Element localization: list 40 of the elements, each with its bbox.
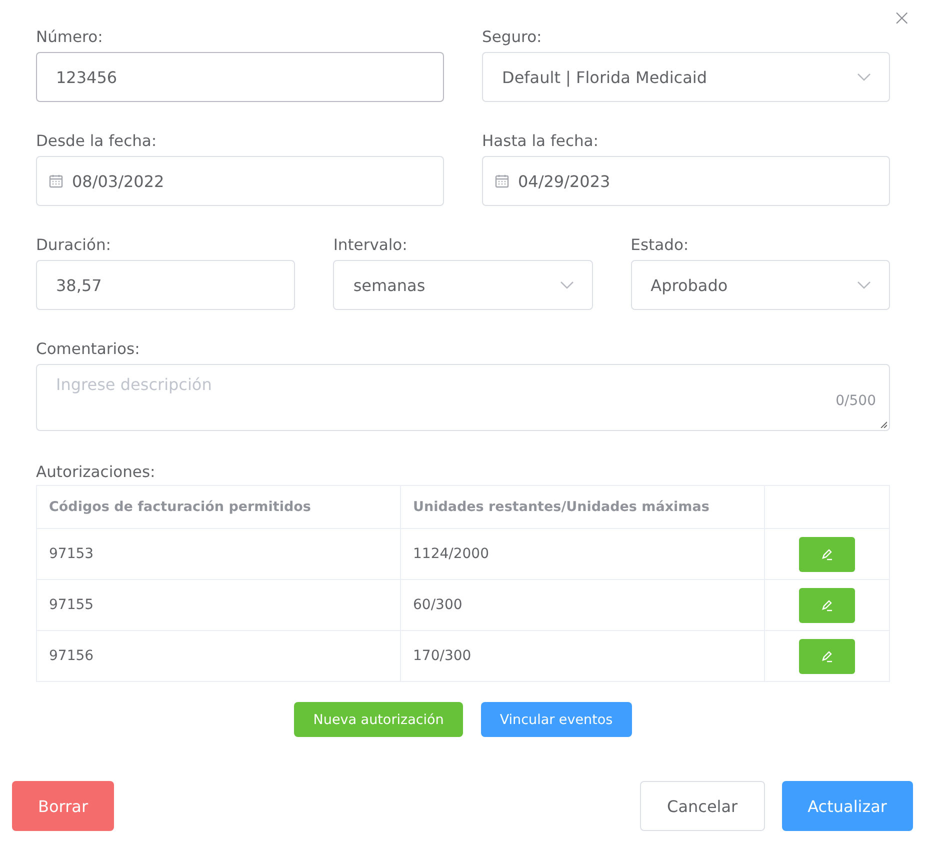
table-cell: 1124/2000 bbox=[400, 528, 764, 580]
edit-button[interactable] bbox=[799, 588, 855, 622]
edit-button[interactable] bbox=[799, 536, 855, 572]
field-label: Duración: bbox=[36, 236, 112, 254]
date-field[interactable]: 04/29/2023 bbox=[482, 156, 890, 206]
field-label: Hasta la fecha: bbox=[482, 132, 600, 150]
select-field[interactable]: Aprobado bbox=[630, 260, 890, 310]
field-label: Seguro: bbox=[482, 28, 543, 46]
table-cell: 170/300 bbox=[400, 630, 764, 682]
field-label: Intervalo: bbox=[333, 236, 408, 254]
field-label: Estado: bbox=[630, 236, 690, 254]
calendar-icon bbox=[495, 174, 509, 188]
field-label: Número: bbox=[36, 28, 104, 46]
chevron-down-icon bbox=[857, 73, 871, 81]
comment-field[interactable]: Ingrese descripción 0/500 bbox=[36, 364, 890, 431]
column-header: Unidades restantes/Unidades máximas bbox=[400, 486, 764, 528]
table-cell: 97155 bbox=[36, 580, 400, 630]
input-field[interactable]: 38,57 bbox=[36, 260, 296, 310]
close-button[interactable]: × bbox=[890, 6, 913, 31]
chevron-down-icon bbox=[857, 281, 871, 289]
field-label: Desde la fecha: bbox=[36, 132, 158, 150]
column-header: Códigos de facturación permitidos bbox=[36, 486, 400, 528]
select-field[interactable]: semanas bbox=[333, 260, 593, 310]
field-label: Comentarios: bbox=[36, 340, 141, 358]
resize-handle-icon bbox=[880, 421, 887, 428]
table-cell: 97153 bbox=[36, 528, 400, 580]
table-cell: 97156 bbox=[36, 630, 400, 682]
edit-button[interactable] bbox=[799, 638, 855, 674]
date-field[interactable]: 08/03/2022 bbox=[36, 156, 444, 206]
pencil-icon bbox=[820, 598, 834, 612]
calendar-icon bbox=[49, 174, 63, 188]
character-counter: 0/500 bbox=[836, 393, 876, 409]
footer-button[interactable]: Cancelar bbox=[640, 781, 765, 831]
section-label: Autorizaciones: bbox=[36, 463, 156, 481]
chevron-down-icon bbox=[560, 281, 574, 289]
table-cell: 60/300 bbox=[400, 580, 764, 630]
pencil-icon bbox=[820, 547, 834, 561]
pencil-icon bbox=[820, 649, 834, 663]
input-field[interactable]: 123456 bbox=[36, 52, 444, 102]
select-field[interactable]: Default | Florida Medicaid bbox=[482, 52, 890, 102]
